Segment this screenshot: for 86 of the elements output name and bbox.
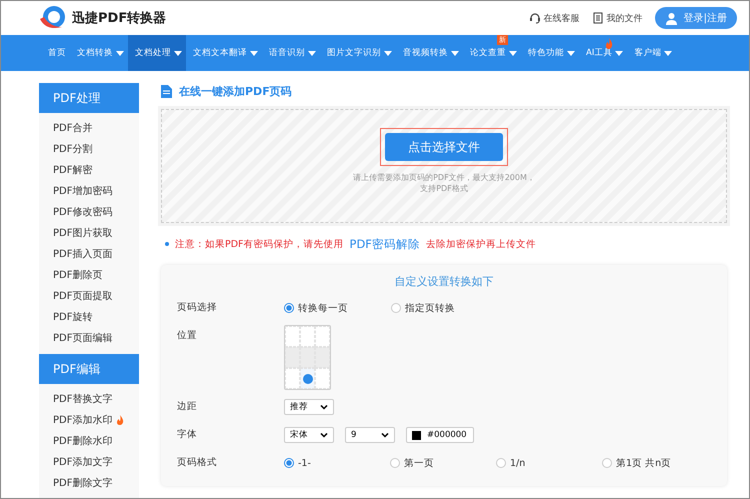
chevron-icon	[320, 432, 328, 438]
caret-icon	[509, 50, 517, 56]
radio-option[interactable]: 转换每一页	[284, 302, 391, 314]
radio-option[interactable]: 第一页	[390, 456, 496, 470]
position-cell[interactable]	[315, 326, 330, 347]
radio-option[interactable]: -1-	[284, 458, 390, 468]
nav-item[interactable]: 文档处理	[128, 35, 186, 71]
dropdown-select[interactable]: 推荐	[284, 399, 334, 415]
caret-icon	[174, 50, 182, 56]
nav-item[interactable]: 文档文本翻译	[186, 35, 262, 71]
password-link[interactable]: PDF密码解除	[350, 236, 420, 252]
nav-item[interactable]: 图片文字识别	[320, 35, 396, 71]
radio-option[interactable]: 第1页 共n页	[602, 456, 708, 470]
settings-title: 自定义设置转换如下	[394, 274, 494, 290]
nav-item[interactable]: 音视频转换	[396, 35, 463, 71]
user-icon	[664, 12, 678, 24]
nav-item[interactable]: AI工具	[579, 35, 628, 71]
nav-item[interactable]: 语音识别	[262, 35, 320, 71]
caret-icon	[250, 50, 258, 56]
dropdown-select[interactable]: 宋体	[284, 427, 334, 443]
sidebar-item[interactable]: PDF删除文字	[39, 472, 139, 493]
sidebar-item[interactable]: PDF解密	[39, 159, 139, 180]
caret-icon	[567, 50, 575, 56]
sidebar-item[interactable]: PDF分割	[39, 138, 139, 159]
headset-icon	[528, 12, 541, 24]
position-cell[interactable]	[315, 347, 330, 368]
dropdown-select[interactable]: 9	[345, 427, 395, 443]
page-title: 在线一键添加PDF页码	[179, 84, 292, 98]
flame-icon	[116, 414, 124, 424]
sidebar-item[interactable]: PDF图片获取	[39, 222, 139, 243]
bullet-icon	[165, 242, 169, 246]
sidebar-item[interactable]: PDF添加文字	[39, 451, 139, 472]
field-label: 位置	[177, 329, 198, 343]
header-link[interactable]: 我的文件	[592, 12, 643, 24]
sidebar-item[interactable]: PDF修改密码	[39, 201, 139, 222]
nav-item[interactable]: 客户端	[627, 35, 676, 71]
position-cell[interactable]	[315, 368, 330, 389]
sidebar-item[interactable]: PDF页面编辑	[39, 327, 139, 348]
sidebar-item[interactable]: PDF增加密码	[39, 180, 139, 201]
header-link[interactable]: 在线客服	[528, 12, 580, 24]
logo-icon	[38, 5, 68, 31]
notice-text: 去除加密保护再上传文件	[426, 238, 536, 250]
caret-icon	[308, 50, 316, 56]
flame-icon	[605, 38, 613, 49]
sidebar-item[interactable]: PDF页面提取	[39, 285, 139, 306]
sidebar-heading: PDF编辑	[39, 354, 139, 384]
upload-area[interactable]: 点击选择文件 请上传需要添加页码的PDF文件，最大支持200M， 支持PDF格式	[161, 109, 727, 223]
radio-option[interactable]: 1/n	[496, 458, 602, 468]
field-label: 字体	[177, 428, 198, 442]
nav-item[interactable]: 首页	[41, 35, 70, 71]
radio-option[interactable]: 指定页转换	[391, 302, 498, 314]
sidebar-item[interactable]: PDF替换文字	[39, 388, 139, 409]
document-icon	[592, 12, 604, 24]
field-label: 边距	[177, 400, 198, 414]
caret-icon	[615, 50, 624, 56]
sidebar-item[interactable]: PDF删除水印	[39, 430, 139, 451]
position-cell[interactable]	[285, 368, 300, 389]
sidebar-item[interactable]: PDF插入页面	[39, 243, 139, 264]
position-cell[interactable]	[300, 326, 315, 347]
caret-icon	[116, 50, 124, 56]
notice-text: 注意：如果PDF有密码保护，请先使用	[175, 238, 344, 250]
caret-icon	[384, 50, 392, 56]
sidebar-heading: PDF处理	[39, 83, 139, 113]
nav-item[interactable]: 论文查重	[463, 45, 521, 71]
sidebar-item[interactable]: PDF合并	[39, 117, 139, 138]
sidebar-item[interactable]: PDF旋转	[39, 306, 139, 327]
position-cell[interactable]	[285, 326, 300, 347]
caret-icon	[664, 50, 672, 56]
color-field[interactable]: #000000	[406, 427, 474, 443]
upload-hint: 请上传需要添加页码的PDF文件，最大支持200M，	[353, 172, 535, 183]
logo-text: 迅捷PDF转换器	[72, 10, 166, 27]
sidebar-item[interactable]: PDF删除页	[39, 264, 139, 285]
position-cell[interactable]	[300, 347, 315, 368]
chevron-icon	[320, 404, 328, 410]
nav-item[interactable]: 文档转换	[70, 35, 128, 71]
field-label: 页码选择	[177, 301, 218, 315]
position-cell[interactable]	[300, 368, 315, 389]
field-label: 页码格式	[177, 456, 218, 470]
position-cell[interactable]	[285, 347, 300, 368]
select-file-button[interactable]: 点击选择文件	[385, 133, 503, 161]
upload-hint: 支持PDF格式	[419, 183, 469, 194]
document-icon	[161, 84, 172, 98]
nav-item[interactable]: 特色功能	[521, 35, 579, 71]
chevron-icon	[381, 432, 389, 438]
caret-icon	[451, 50, 459, 56]
sidebar-item[interactable]: PDF添加水印	[39, 409, 139, 430]
